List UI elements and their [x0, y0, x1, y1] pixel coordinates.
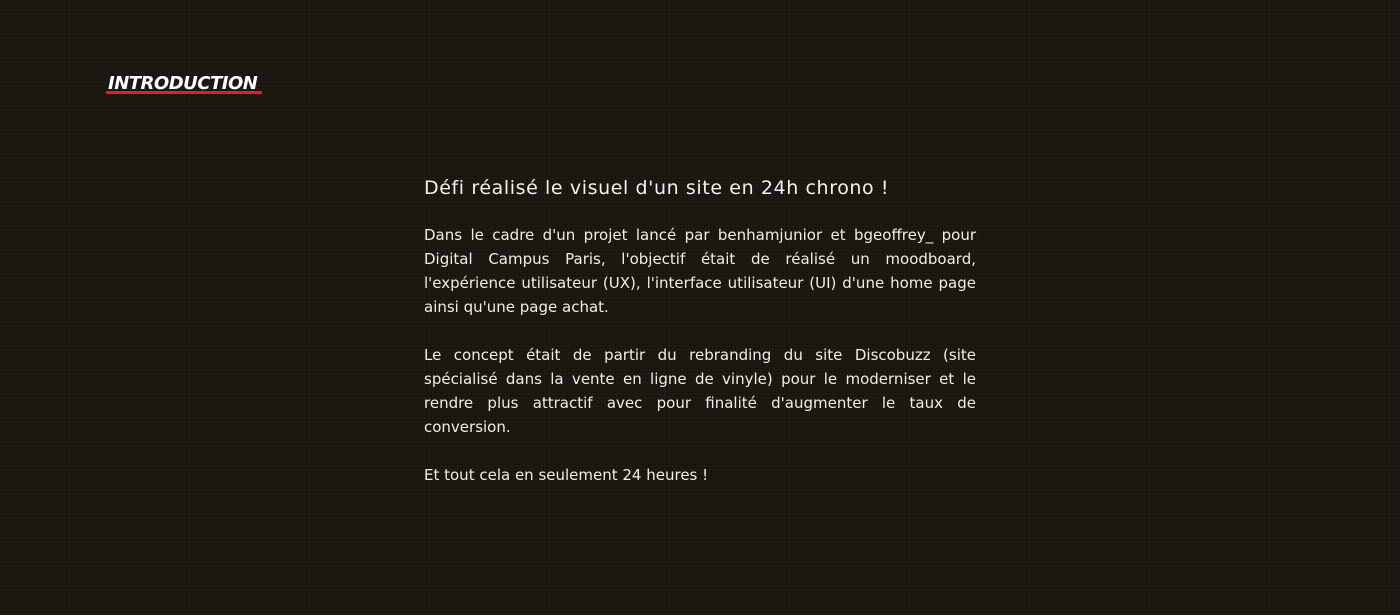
intro-content: Défi réalisé le visuel d'un site en 24h …: [424, 173, 976, 487]
section-title-underline: [106, 91, 262, 94]
intro-paragraph-2: Le concept était de partir du rebranding…: [424, 346, 976, 436]
intro-paragraph-3: Et tout cela en seulement 24 heures !: [424, 466, 709, 484]
content-heading: Défi réalisé le visuel d'un site en 24h …: [424, 177, 890, 199]
intro-paragraph-1: Dans le cadre d'un projet lancé par benh…: [424, 226, 976, 316]
